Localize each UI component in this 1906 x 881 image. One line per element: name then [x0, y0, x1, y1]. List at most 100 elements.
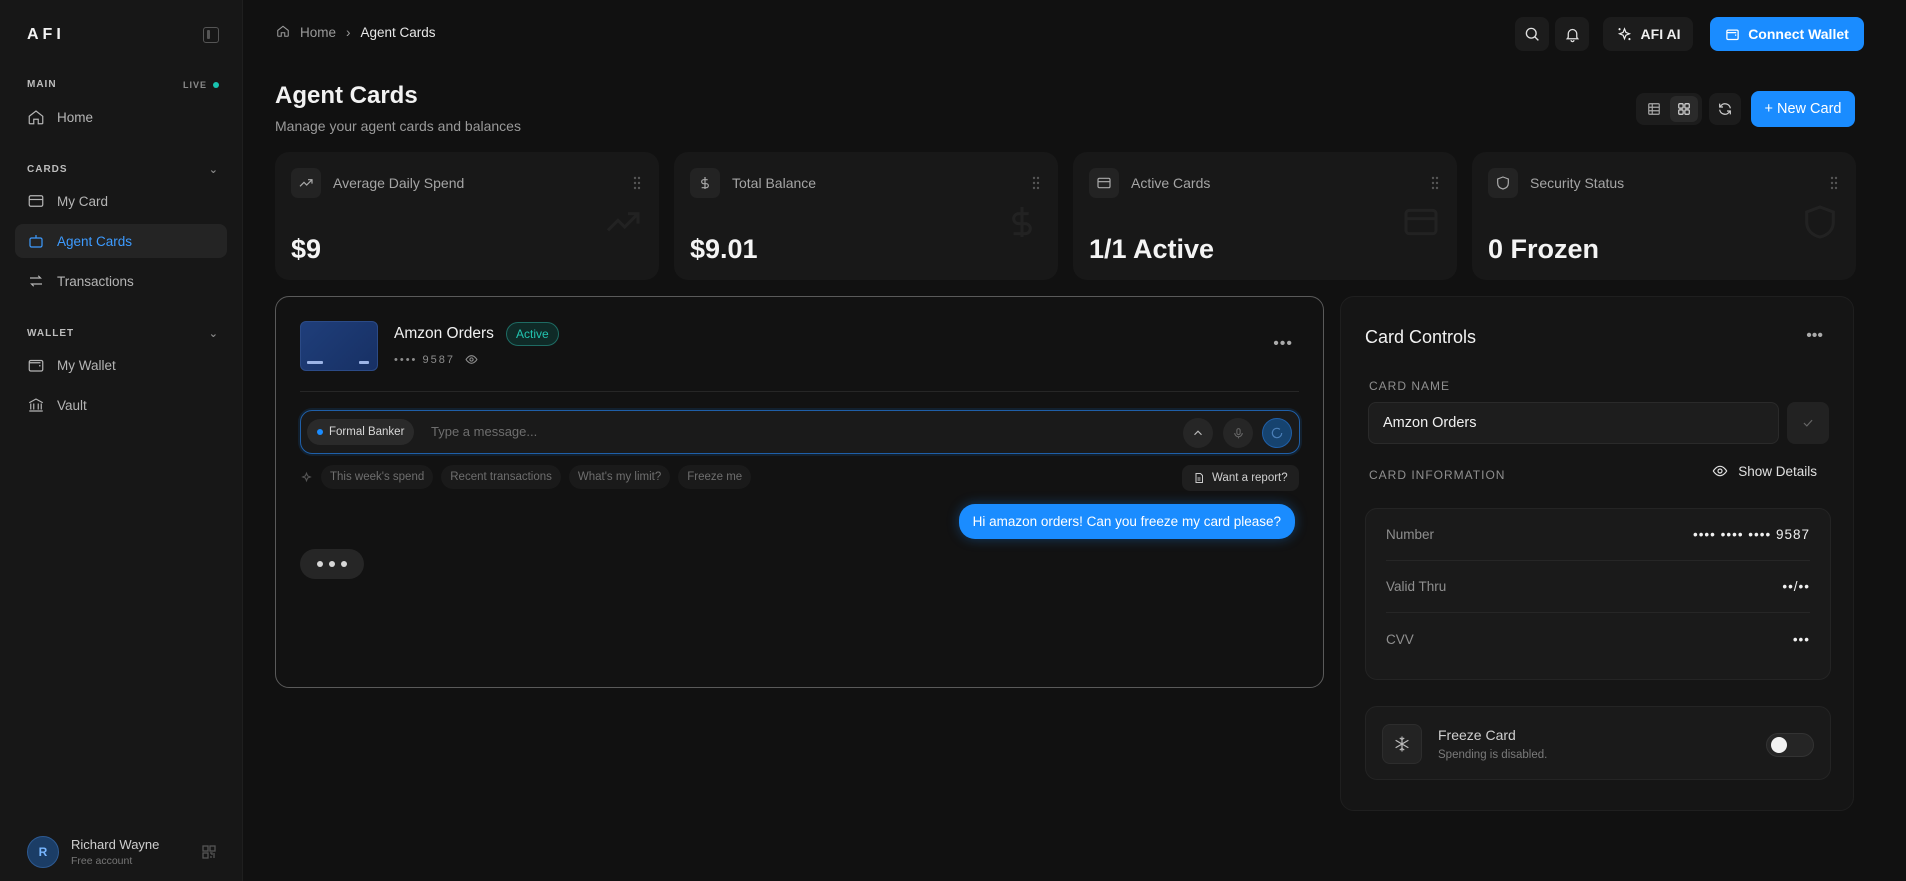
- want-report-label: Want a report?: [1212, 472, 1288, 484]
- sidebar-item-label: Agent Cards: [57, 233, 133, 249]
- send-button[interactable]: [1262, 418, 1292, 448]
- stat-label: Security Status: [1530, 175, 1625, 191]
- user-name: Richard Wayne: [71, 837, 160, 852]
- drag-handle-icon[interactable]: [633, 176, 641, 190]
- info-label: Number: [1386, 527, 1435, 542]
- live-indicator: LIVE: [183, 80, 219, 90]
- card-number-row: •••• 9587: [394, 353, 478, 366]
- search-button[interactable]: [1515, 17, 1549, 51]
- stat-label: Average Daily Spend: [333, 175, 465, 191]
- notifications-button[interactable]: [1555, 17, 1589, 51]
- info-row-number: Number •••• •••• •••• 9587: [1386, 509, 1810, 561]
- connect-wallet-button[interactable]: Connect Wallet: [1710, 17, 1864, 51]
- freeze-card-toggle[interactable]: [1766, 733, 1814, 757]
- freeze-card-box: Freeze Card Spending is disabled.: [1365, 706, 1831, 780]
- sidebar: AFI MAIN LIVE Home CARDS ⌄ My Card Agent…: [0, 0, 243, 881]
- stat-card-security-status: Security Status 0 Frozen: [1472, 152, 1856, 280]
- sidebar-item-home[interactable]: Home: [15, 100, 227, 134]
- suggestion-chip[interactable]: This week's spend: [321, 465, 434, 489]
- stat-label: Active Cards: [1131, 175, 1211, 191]
- persona-selector[interactable]: Formal Banker: [307, 419, 415, 445]
- card-information-box: Number •••• •••• •••• 9587 Valid Thru ••…: [1365, 508, 1831, 680]
- card-name-input[interactable]: Amzon Orders: [1368, 402, 1779, 444]
- toggle-knob: [1771, 737, 1787, 753]
- check-icon: [1803, 419, 1813, 427]
- card-number: •••• 9587: [394, 353, 455, 366]
- card-controls-panel: Card Controls ••• CARD NAME Amzon Orders…: [1340, 296, 1854, 811]
- credit-card-icon: [1089, 168, 1119, 198]
- want-report-button[interactable]: Want a report?: [1182, 465, 1299, 491]
- new-card-button[interactable]: + New Card: [1751, 91, 1855, 127]
- agent-card-chat-panel: Amzon Orders Active •••• 9587 ••• Formal…: [275, 296, 1324, 688]
- sidebar-item-vault[interactable]: Vault: [15, 388, 227, 422]
- afi-ai-button[interactable]: AFI AI: [1603, 17, 1693, 51]
- typing-dot: [341, 561, 347, 567]
- live-dot: [213, 81, 219, 88]
- drag-handle-icon[interactable]: [1032, 176, 1040, 190]
- stat-card-average-daily-spend: Average Daily Spend $9: [275, 152, 659, 280]
- sidebar-item-transactions[interactable]: Transactions: [15, 264, 227, 298]
- stat-value: 1/1 Active: [1089, 234, 1215, 264]
- typing-dot: [317, 561, 323, 567]
- home-icon[interactable]: [276, 24, 290, 41]
- refresh-icon: [1719, 103, 1731, 115]
- persona-label: Formal Banker: [329, 426, 405, 438]
- user-profile[interactable]: R Richard Wayne Free account: [27, 834, 217, 870]
- card-info-label: CARD INFORMATION: [1369, 468, 1506, 482]
- breadcrumb-home[interactable]: Home: [300, 25, 336, 40]
- microphone-icon: [1233, 427, 1243, 438]
- page-subtitle: Manage your agent cards and balances: [275, 118, 521, 134]
- sidebar-item-my-card[interactable]: My Card: [15, 184, 227, 218]
- grid-view-button[interactable]: [1670, 96, 1698, 122]
- stat-label: Total Balance: [732, 175, 817, 191]
- message-input[interactable]: Type a message...: [431, 424, 537, 439]
- microphone-button[interactable]: [1223, 418, 1253, 448]
- sidebar-item-my-wallet[interactable]: My Wallet: [15, 348, 227, 382]
- sidebar-item-agent-cards[interactable]: Agent Cards: [15, 224, 227, 258]
- typing-indicator: [300, 549, 364, 579]
- suggestion-chip[interactable]: Recent transactions: [441, 465, 561, 489]
- show-details-button[interactable]: Show Details: [1712, 463, 1817, 479]
- chevron-down-icon: ⌄: [208, 328, 219, 340]
- sidebar-item-label: My Card: [57, 193, 109, 209]
- table-icon: [1648, 103, 1660, 115]
- chevron-right-icon: ›: [346, 25, 351, 40]
- sparkles-icon: [1617, 26, 1631, 40]
- divider: [300, 391, 1299, 392]
- save-name-button[interactable]: [1787, 402, 1829, 444]
- suggestion-chip[interactable]: Freeze me: [678, 465, 752, 489]
- more-options-icon[interactable]: •••: [1273, 335, 1293, 353]
- card-thumbnail[interactable]: [300, 321, 378, 371]
- persona-dot: [317, 429, 323, 435]
- page-title: Agent Cards: [275, 82, 418, 109]
- shield-watermark-icon: [1805, 205, 1835, 239]
- chevron-up-icon: [1194, 430, 1202, 436]
- drag-handle-icon[interactable]: [1431, 176, 1439, 190]
- chevron-down-icon: ⌄: [208, 164, 219, 176]
- breadcrumb: Home › Agent Cards: [276, 24, 436, 41]
- more-options-icon[interactable]: •••: [1806, 327, 1823, 345]
- sidebar-item-label: My Wallet: [57, 357, 116, 373]
- stat-value: $9: [291, 234, 322, 264]
- info-label: Valid Thru: [1386, 579, 1447, 594]
- sidebar-item-label: Vault: [57, 397, 87, 413]
- refresh-button[interactable]: [1709, 93, 1741, 125]
- credit-card-watermark-icon: [1404, 208, 1438, 236]
- eye-icon[interactable]: [465, 353, 478, 366]
- info-label: CVV: [1386, 631, 1414, 647]
- sidebar-collapse-icon[interactable]: [203, 27, 219, 43]
- grid-icon: [1678, 103, 1690, 115]
- eye-icon: [1712, 465, 1728, 477]
- drag-handle-icon[interactable]: [1830, 176, 1838, 190]
- logo: AFI: [27, 26, 65, 43]
- expand-button[interactable]: [1183, 418, 1213, 448]
- suggestion-chip[interactable]: What's my limit?: [568, 465, 671, 489]
- bank-icon: [27, 396, 45, 414]
- section-wallet[interactable]: WALLET ⌄: [27, 327, 219, 340]
- qr-code-icon[interactable]: [201, 844, 217, 860]
- section-main-label: MAIN: [27, 79, 57, 90]
- card-name: Amzon Orders: [394, 325, 494, 342]
- table-view-button[interactable]: [1640, 96, 1668, 122]
- section-main: MAIN LIVE: [27, 79, 219, 90]
- section-cards[interactable]: CARDS ⌄: [27, 163, 219, 176]
